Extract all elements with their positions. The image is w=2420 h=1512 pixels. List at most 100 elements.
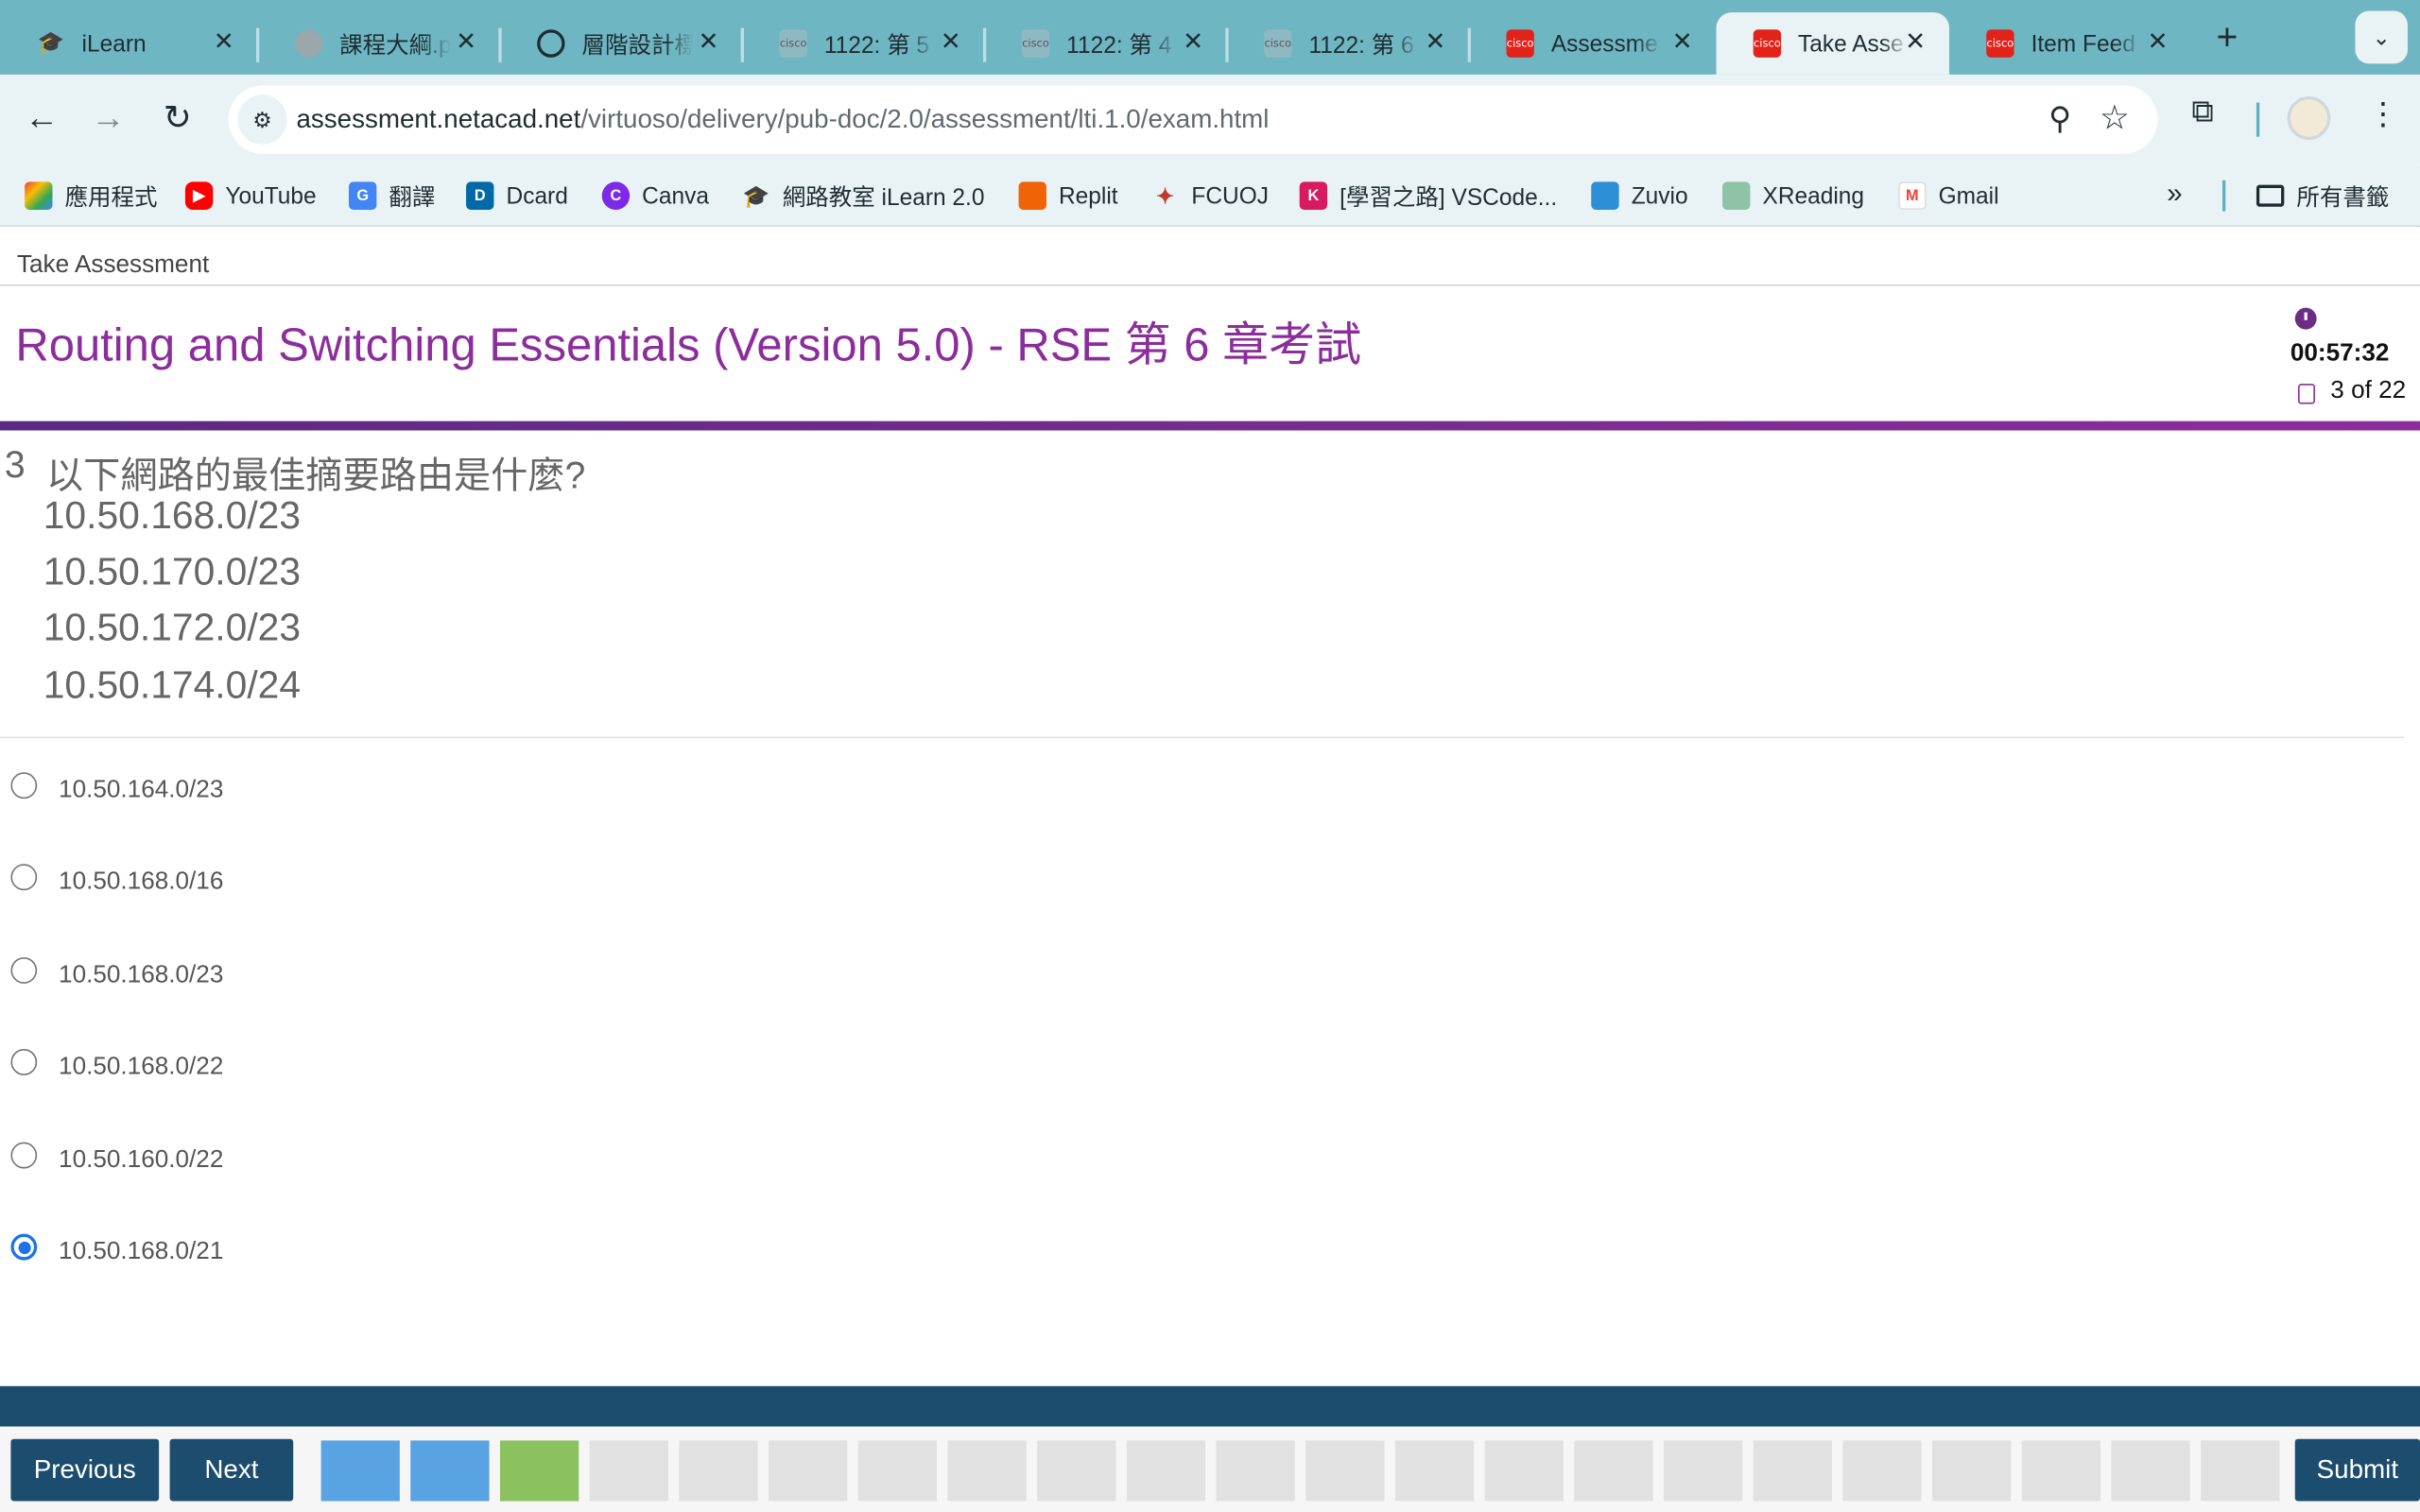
answer-label[interactable]: 10.50.168.0/16 bbox=[59, 868, 223, 897]
new-tab-icon[interactable]: + bbox=[2207, 18, 2247, 60]
tab-search-icon[interactable]: ⌄ bbox=[2355, 10, 2408, 64]
answer-option-selected[interactable]: 10.50.168.0/21 bbox=[9, 1229, 627, 1273]
zoom-icon[interactable]: ⚲ bbox=[2048, 99, 2071, 138]
network-line: 10.50.170.0/23 bbox=[43, 550, 302, 594]
close-icon[interactable]: ✕ bbox=[2142, 28, 2173, 60]
answer-option[interactable]: 10.50.168.0/22 bbox=[9, 1044, 627, 1088]
question-nav-box[interactable] bbox=[320, 1440, 400, 1502]
all-bookmarks-button[interactable]: 所有書籤 bbox=[2256, 179, 2389, 213]
canva-icon: C bbox=[601, 181, 631, 210]
bookmark-item[interactable]: XReading bbox=[1722, 179, 1864, 213]
browser-tab[interactable]: 課程大綱.p ✕ bbox=[258, 12, 502, 75]
close-icon[interactable]: ✕ bbox=[1178, 28, 1209, 60]
menu-icon[interactable]: ⋮ bbox=[2367, 94, 2398, 133]
address-bar[interactable]: ⚙ assessment.netacad.net/virtuoso/delive… bbox=[228, 85, 2158, 154]
close-icon[interactable]: ✕ bbox=[1667, 28, 1698, 60]
question-nav-box[interactable] bbox=[1037, 1440, 1116, 1502]
browser-tab[interactable]: cisco Assessme ✕ bbox=[1469, 12, 1716, 75]
tab-title: Take Asse bbox=[1798, 30, 1904, 58]
close-icon[interactable]: ✕ bbox=[1900, 28, 1931, 60]
extensions-icon[interactable]: ⧉ bbox=[2191, 94, 2213, 130]
answer-label[interactable]: 10.50.164.0/23 bbox=[59, 777, 223, 805]
browser-tab-active[interactable]: cisco Take Asse ✕ bbox=[1716, 12, 1950, 75]
bookmark-item[interactable]: Replit bbox=[1018, 179, 1118, 213]
radio-button[interactable] bbox=[10, 772, 38, 799]
radio-button[interactable] bbox=[10, 1142, 38, 1169]
browser-tab[interactable]: cisco 1122: 第 6 ✕ bbox=[1227, 12, 1471, 75]
close-icon[interactable]: ✕ bbox=[451, 28, 482, 60]
site-settings-icon[interactable]: ⚙ bbox=[237, 94, 287, 145]
more-bookmarks-icon[interactable]: » bbox=[2167, 177, 2182, 210]
reload-icon[interactable]: ↻ bbox=[153, 94, 202, 144]
close-icon[interactable]: ✕ bbox=[693, 28, 724, 60]
question-nav-box[interactable] bbox=[1663, 1440, 1743, 1502]
question-nav-box[interactable] bbox=[1574, 1440, 1653, 1502]
question-nav-box[interactable] bbox=[1842, 1440, 1922, 1502]
previous-button[interactable]: Previous bbox=[10, 1438, 160, 1502]
submit-button[interactable]: Submit bbox=[2294, 1438, 2420, 1502]
radio-button[interactable] bbox=[10, 956, 38, 984]
bookmark-item[interactable]: 應用程式 bbox=[25, 179, 158, 213]
question-nav-box[interactable] bbox=[1305, 1440, 1385, 1502]
xreading-icon bbox=[1722, 181, 1751, 210]
question-nav-box[interactable] bbox=[410, 1440, 490, 1502]
bookmark-label: 網路教室 iLearn 2.0 bbox=[782, 183, 985, 211]
question-nav-box[interactable] bbox=[499, 1440, 579, 1502]
browser-tab[interactable]: 層階設計標 ✕ bbox=[500, 12, 744, 75]
browser-toolbar: ← → ↻ ⚙ assessment.netacad.net/virtuoso/… bbox=[0, 74, 2420, 165]
avatar[interactable] bbox=[2287, 95, 2331, 140]
browser-tab[interactable]: cisco Item Feed ✕ bbox=[1949, 12, 2191, 75]
bookmark-star-icon[interactable]: ☆ bbox=[2100, 98, 2130, 139]
radio-button[interactable] bbox=[10, 864, 38, 891]
answer-label[interactable]: 10.50.168.0/21 bbox=[59, 1239, 223, 1267]
answer-label[interactable]: 10.50.160.0/22 bbox=[59, 1147, 223, 1176]
question-nav-box[interactable] bbox=[2201, 1440, 2280, 1502]
question-nav-box[interactable] bbox=[769, 1440, 848, 1502]
question-nav-box[interactable] bbox=[857, 1440, 938, 1502]
bookmark-item[interactable]: Zuvio bbox=[1591, 179, 1688, 213]
answer-option[interactable]: 10.50.168.0/16 bbox=[9, 859, 627, 902]
bookmark-item[interactable]: G 翻譯 bbox=[348, 179, 435, 213]
bookmark-item[interactable]: K [學習之路] VSCode... bbox=[1299, 179, 1557, 213]
bookmark-item[interactable]: C Canva bbox=[601, 179, 709, 213]
radio-button[interactable] bbox=[10, 1048, 38, 1075]
bookmark-label: Zuvio bbox=[1631, 182, 1688, 210]
question-nav-box[interactable] bbox=[679, 1440, 758, 1502]
answer-option[interactable]: 10.50.168.0/23 bbox=[9, 953, 627, 996]
question-nav-box[interactable] bbox=[589, 1440, 668, 1502]
close-icon[interactable]: ✕ bbox=[1420, 28, 1451, 60]
question-nav-box[interactable] bbox=[1484, 1440, 1564, 1502]
browser-tab[interactable]: 🎓 iLearn ✕ bbox=[0, 12, 260, 75]
bookmark-item[interactable]: ▶ YouTube bbox=[184, 179, 317, 213]
bookmark-item[interactable]: M Gmail bbox=[1898, 179, 1999, 213]
next-button[interactable]: Next bbox=[169, 1438, 294, 1502]
bookmark-item[interactable]: D Dcard bbox=[466, 179, 568, 213]
question-nav-box[interactable] bbox=[2111, 1440, 2190, 1502]
radio-button-checked[interactable] bbox=[10, 1233, 38, 1261]
ilearn-icon: 🎓 bbox=[37, 30, 65, 57]
close-icon[interactable]: ✕ bbox=[935, 28, 966, 60]
close-icon[interactable]: ✕ bbox=[208, 28, 239, 60]
bookmark-item[interactable]: ✦ FCUOJ bbox=[1151, 179, 1269, 213]
question-nav-box[interactable] bbox=[1126, 1440, 1206, 1502]
translate-icon: G bbox=[348, 181, 377, 210]
cisco-icon: cisco bbox=[1986, 29, 2014, 58]
browser-tab[interactable]: cisco 1122: 第 5 ✕ bbox=[742, 12, 987, 75]
bookmark-item[interactable]: 🎓 網路教室 iLearn 2.0 bbox=[742, 179, 985, 213]
question-nav-box[interactable] bbox=[1216, 1440, 1295, 1502]
answer-option[interactable]: 10.50.164.0/23 bbox=[9, 767, 627, 811]
answer-option[interactable]: 10.50.160.0/22 bbox=[9, 1138, 627, 1181]
question-nav-box[interactable] bbox=[1394, 1440, 1475, 1502]
browser-tab[interactable]: cisco 1122: 第 4 ✕ bbox=[985, 12, 1229, 75]
back-icon[interactable]: ← bbox=[17, 94, 66, 144]
question-number: 3 bbox=[4, 444, 26, 487]
question-nav-box[interactable] bbox=[2021, 1440, 2101, 1502]
question-nav-box[interactable] bbox=[947, 1440, 1027, 1502]
answer-label[interactable]: 10.50.168.0/23 bbox=[59, 962, 223, 990]
all-bookmarks-label: 所有書籤 bbox=[2296, 183, 2390, 211]
forward-icon[interactable]: → bbox=[83, 94, 132, 144]
question-nav-box[interactable] bbox=[1932, 1440, 2012, 1502]
answer-label[interactable]: 10.50.168.0/22 bbox=[59, 1054, 223, 1082]
question-nav-box[interactable] bbox=[1753, 1440, 1832, 1502]
url-text[interactable]: assessment.netacad.net/virtuoso/delivery… bbox=[296, 104, 1269, 135]
